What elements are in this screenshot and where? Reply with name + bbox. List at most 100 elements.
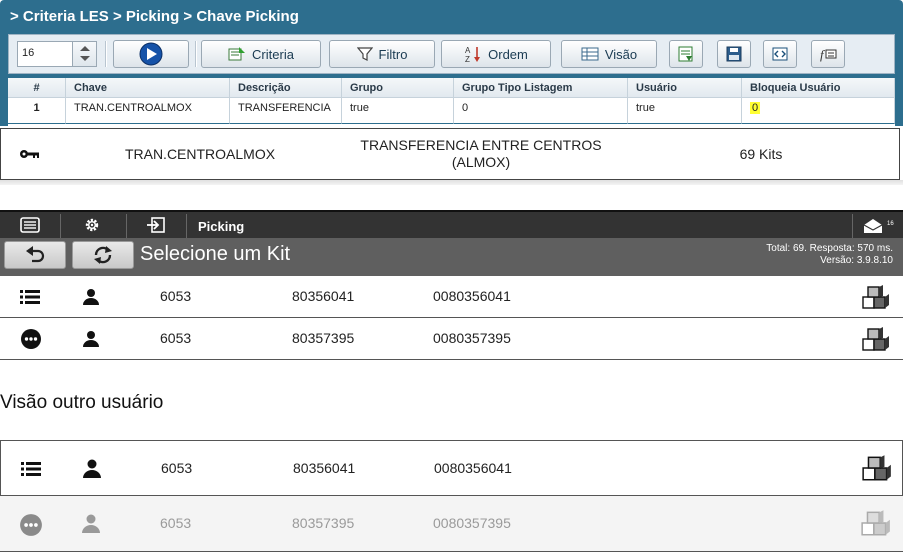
cell-usuario[interactable]: true — [628, 98, 742, 124]
detail-chave: TRAN.CENTROALMOX — [124, 146, 276, 162]
menu-icon[interactable] — [20, 216, 40, 234]
stepper-buttons[interactable] — [72, 42, 96, 66]
login-icon[interactable] — [146, 216, 166, 234]
refresh-button[interactable] — [72, 241, 134, 269]
grid-view-icon — [581, 47, 599, 61]
kit-row[interactable]: 6053 80357395 0080357395 — [0, 318, 903, 360]
user-icon — [83, 289, 99, 305]
more-icon — [20, 514, 42, 536]
notification-badge: 16 — [887, 221, 894, 227]
stepper-down-icon[interactable] — [80, 56, 90, 61]
function-icon: f — [820, 47, 837, 62]
kit-col-2: 80357395 — [292, 330, 355, 346]
user-icon — [83, 459, 101, 478]
boxes-icon[interactable] — [861, 284, 891, 310]
kit-col-1: 6053 — [160, 288, 192, 304]
play-icon — [139, 42, 163, 66]
toolbar-separator — [195, 41, 197, 67]
refresh-icon — [94, 246, 112, 264]
more-icon — [21, 329, 41, 349]
column-header[interactable]: Grupo — [342, 78, 454, 98]
kit-col-3: 0080356041 — [433, 288, 511, 304]
export-button[interactable] — [669, 40, 703, 68]
top-bar-separator — [852, 214, 853, 238]
kit-row[interactable]: 6053 80356041 0080356041 — [0, 276, 903, 318]
undo-icon — [26, 246, 45, 263]
toolbar-separator — [105, 41, 107, 67]
svg-text:Z: Z — [465, 55, 470, 63]
user-icon — [82, 514, 100, 533]
kit-col-3: 0080357395 — [433, 515, 511, 531]
save-button[interactable] — [717, 40, 751, 68]
key-detail-row[interactable]: TRAN.CENTROALMOX TRANSFERENCIA ENTRE CEN… — [0, 128, 900, 180]
gear-icon[interactable] — [82, 216, 102, 234]
column-header[interactable]: Chave — [66, 78, 230, 98]
top-bar-separator — [126, 214, 127, 238]
kit-col-3: 0080356041 — [434, 460, 512, 476]
top-bar-separator — [60, 214, 61, 238]
mail-icon[interactable] — [862, 217, 884, 234]
criteria-button[interactable]: Criteria — [201, 40, 321, 68]
highlighted-value: 0 — [750, 102, 761, 114]
stepper-up-icon[interactable] — [80, 46, 90, 51]
cell-grupo-tipo-listagem[interactable]: 0 — [454, 98, 628, 124]
criteria-icon — [228, 47, 246, 61]
column-header[interactable]: Usuário — [628, 78, 742, 98]
cell-grupo[interactable]: true — [342, 98, 454, 124]
page-size-value[interactable]: 16 — [22, 47, 34, 59]
sort-az-icon: A Z — [465, 46, 481, 63]
detail-descricao-line1: TRANSFERENCIA ENTRE CENTROS — [360, 137, 602, 153]
kit-col-1: 6053 — [160, 330, 192, 346]
kit-col-2: 80357395 — [292, 515, 355, 531]
kit-col-2: 80356041 — [293, 460, 356, 476]
column-header[interactable]: Grupo Tipo Listagem — [454, 78, 628, 98]
user-icon — [83, 331, 99, 347]
funnel-icon — [356, 47, 373, 61]
boxes-icon — [861, 510, 890, 536]
kit-row[interactable]: 6053 80356041 0080356041 — [0, 440, 903, 496]
mobile-panel: Picking 16 Selecione um Kit Total: 69. R… — [0, 210, 903, 360]
data-grid: # Chave Descrição Grupo Grupo Tipo Lista… — [8, 78, 895, 126]
svg-text:A: A — [465, 46, 471, 55]
status-version: Versão: 3.9.8.10 — [820, 255, 893, 266]
boxes-icon[interactable] — [861, 326, 891, 352]
row-number[interactable]: 1 — [8, 98, 66, 124]
column-header[interactable]: # — [8, 78, 66, 98]
svg-text:f: f — [820, 47, 826, 62]
cell-chave[interactable]: TRAN.CENTROALMOX — [66, 98, 230, 124]
code-button[interactable] — [763, 40, 797, 68]
grid-window: > Criteria LES > Picking > Chave Picking… — [0, 0, 903, 126]
cell-bloqueia-usuario[interactable]: 0 — [742, 98, 895, 124]
kit-col-2: 80356041 — [292, 288, 355, 304]
status-total: Total: 69. Resposta: 570 ms. — [766, 243, 893, 254]
kit-col-1: 6053 — [161, 460, 193, 476]
list-icon — [21, 462, 41, 476]
ordem-label: Ordem — [488, 46, 528, 62]
section-caption: Visão outro usuário — [0, 392, 164, 413]
detail-kits: 69 Kits — [739, 146, 783, 162]
kit-col-3: 0080357395 — [433, 330, 511, 346]
function-button[interactable]: f — [811, 40, 845, 68]
criteria-label: Criteria — [252, 46, 294, 62]
cell-descricao[interactable]: TRANSFERENCIA — [230, 98, 342, 124]
breadcrumb: > Criteria LES > Picking > Chave Picking — [10, 8, 299, 25]
boxes-icon[interactable] — [861, 453, 893, 483]
kit-col-1: 6053 — [160, 515, 192, 531]
column-header[interactable]: Descrição — [230, 78, 342, 98]
back-button[interactable] — [4, 241, 66, 269]
floppy-icon — [726, 46, 742, 62]
status-info: Total: 69. Resposta: 570 ms. Versão: 3.9… — [766, 243, 893, 267]
page-size-stepper[interactable]: 16 — [17, 41, 97, 67]
ordem-button[interactable]: A Z Ordem — [441, 40, 551, 68]
detail-descricao-line2: (ALMOX) — [451, 154, 511, 170]
column-header[interactable]: Bloqueia Usuário — [742, 78, 895, 98]
export-icon — [678, 46, 693, 62]
run-button[interactable] — [113, 40, 189, 68]
other-user-panel: 6053 80356041 0080356041 6053 80357395 0… — [0, 440, 903, 552]
code-icon — [772, 47, 788, 61]
visao-button[interactable]: Visão — [561, 40, 657, 68]
filtro-label: Filtro — [378, 46, 408, 62]
mobile-header: Selecione um Kit Total: 69. Resposta: 57… — [0, 238, 903, 276]
filtro-button[interactable]: Filtro — [329, 40, 435, 68]
mobile-top-bar: Picking 16 — [0, 210, 903, 238]
